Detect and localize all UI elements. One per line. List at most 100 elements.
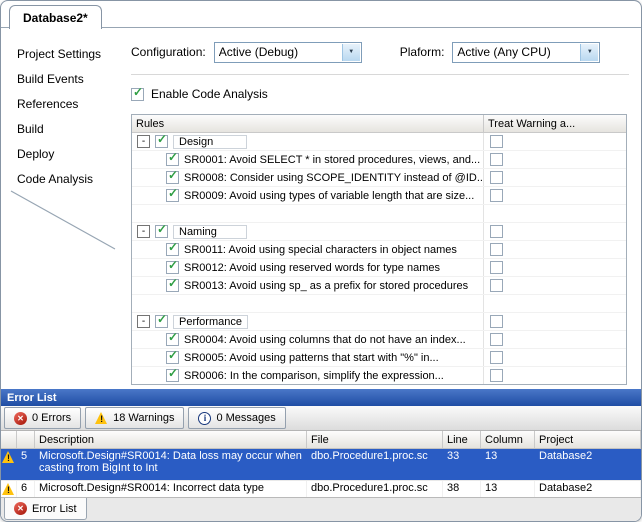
treat-warning-checkbox[interactable]	[490, 351, 503, 364]
file-cell: dbo.Procedure1.proc.sc	[307, 449, 443, 480]
configuration-row: Configuration: Active (Debug) ▼ Plaform:…	[131, 41, 629, 63]
rules-cell: ✓ SR0008: Consider using SCOPE_IDENTITY …	[132, 169, 484, 186]
rules-cell: ✓ SR0005: Avoid using patterns that star…	[132, 349, 484, 366]
configuration-dropdown-button[interactable]: ▼	[342, 44, 360, 61]
rule-checkbox[interactable]: ✓	[166, 333, 179, 346]
check-icon: ✓	[168, 241, 178, 254]
platform-dropdown[interactable]: Active (Any CPU) ▼	[452, 42, 600, 63]
group-checkbox[interactable]: ✓	[155, 225, 168, 238]
rule-label: SR0001: Avoid SELECT * in stored procedu…	[184, 154, 480, 166]
configuration-value: Active (Debug)	[219, 45, 298, 59]
treat-warning-checkbox[interactable]	[490, 315, 503, 328]
warnings-filter-button[interactable]: ! 18 Warnings	[85, 407, 184, 429]
treat-warning-cell	[484, 313, 626, 330]
rule-checkbox[interactable]: ✓	[166, 369, 179, 382]
treat-warning-cell	[484, 187, 626, 204]
error-list-title: Error List	[7, 392, 57, 404]
line-column-header[interactable]: Line	[443, 431, 481, 448]
treat-warning-checkbox[interactable]	[490, 153, 503, 166]
rule-checkbox[interactable]: ✓	[166, 189, 179, 202]
window: Database2* Project Settings Build Events…	[0, 0, 642, 522]
rule-label: SR0009: Avoid using types of variable le…	[184, 190, 474, 202]
sidebar-item-build[interactable]: Build	[17, 116, 117, 141]
messages-filter-button[interactable]: i 0 Messages	[188, 407, 285, 429]
rules-cell: ✓ SR0006: In the comparison, simplify th…	[132, 367, 484, 384]
sidebar-item-build-events[interactable]: Build Events	[17, 66, 117, 91]
sidebar-item-references[interactable]: References	[17, 91, 117, 116]
rule-checkbox[interactable]: ✓	[166, 171, 179, 184]
column-cell: 13	[481, 449, 535, 480]
collapse-icon[interactable]: -	[137, 225, 150, 238]
sidebar-item-deploy[interactable]: Deploy	[17, 141, 117, 166]
treat-warning-cell	[484, 133, 626, 150]
enable-code-analysis-label: Enable Code Analysis	[151, 87, 268, 101]
rule-label: SR0008: Consider using SCOPE_IDENTITY in…	[184, 172, 484, 184]
column-column-header[interactable]: Column	[481, 431, 535, 448]
check-icon: ✓	[133, 85, 143, 99]
message-icon: i	[198, 412, 211, 425]
rule-row: ✓ SR0006: In the comparison, simplify th…	[132, 367, 626, 384]
rule-row: ✓ SR0008: Consider using SCOPE_IDENTITY …	[132, 169, 626, 187]
rule-group-row: - ✓ Naming	[132, 223, 626, 241]
minus-glyph: -	[142, 317, 145, 326]
group-checkbox[interactable]: ✓	[155, 135, 168, 148]
rule-checkbox[interactable]: ✓	[166, 279, 179, 292]
treat-warning-checkbox[interactable]	[490, 333, 503, 346]
rule-group-row: - ✓ Design	[132, 133, 626, 151]
check-icon: ✓	[168, 277, 178, 290]
error-row[interactable]: ! 5 Microsoft.Design#SR0014: Data loss m…	[1, 449, 641, 481]
description-column-header[interactable]: Description	[35, 431, 307, 448]
warning-icon: !	[95, 412, 108, 424]
spacer-row	[132, 205, 626, 223]
rule-checkbox[interactable]: ✓	[166, 153, 179, 166]
warning-icon: !	[2, 483, 15, 495]
rule-group-row: - ✓ Performance	[132, 313, 626, 331]
treat-warning-cell	[484, 151, 626, 168]
collapse-icon[interactable]: -	[137, 315, 150, 328]
treat-warning-checkbox[interactable]	[490, 243, 503, 256]
error-list-tab[interactable]: ✕ Error List	[4, 498, 87, 520]
enable-code-analysis-checkbox[interactable]: ✓	[131, 88, 144, 101]
rules-cell: ✓ SR0009: Avoid using types of variable …	[132, 187, 484, 204]
rule-label: SR0005: Avoid using patterns that start …	[184, 352, 439, 364]
severity-column-header[interactable]	[1, 431, 17, 448]
configuration-dropdown[interactable]: Active (Debug) ▼	[214, 42, 362, 63]
collapse-icon[interactable]: -	[137, 135, 150, 148]
document-tab[interactable]: Database2*	[9, 5, 102, 29]
treat-warning-checkbox[interactable]	[490, 261, 503, 274]
treat-warning-checkbox[interactable]	[490, 369, 503, 382]
rules-cell	[132, 295, 484, 312]
rule-row: ✓ SR0001: Avoid SELECT * in stored proce…	[132, 151, 626, 169]
treat-warning-checkbox[interactable]	[490, 135, 503, 148]
rules-cell: - ✓ Design	[132, 133, 484, 150]
warning-icon: !	[2, 451, 15, 463]
rule-checkbox[interactable]: ✓	[166, 243, 179, 256]
treat-warning-cell	[484, 169, 626, 186]
treat-warning-checkbox[interactable]	[490, 171, 503, 184]
rule-checkbox[interactable]: ✓	[166, 261, 179, 274]
platform-dropdown-button[interactable]: ▼	[580, 44, 598, 61]
error-list-tab-label: Error List	[32, 503, 77, 515]
rule-checkbox[interactable]: ✓	[166, 351, 179, 364]
file-column-header[interactable]: File	[307, 431, 443, 448]
configuration-label: Configuration:	[131, 45, 206, 59]
treat-warning-checkbox[interactable]	[490, 189, 503, 202]
sidebar-item-project-settings[interactable]: Project Settings	[17, 41, 117, 66]
error-list-icon: ✕	[14, 502, 27, 515]
project-column-header[interactable]: Project	[535, 431, 641, 448]
error-icon: ✕	[14, 412, 27, 425]
treat-warning-checkbox[interactable]	[490, 225, 503, 238]
rules-table-header: Rules Treat Warning a...	[132, 115, 626, 133]
treat-warning-cell	[484, 367, 626, 384]
treat-warning-checkbox[interactable]	[490, 279, 503, 292]
number-column-header[interactable]	[17, 431, 35, 448]
group-checkbox[interactable]: ✓	[155, 315, 168, 328]
sidebar-item-code-analysis[interactable]: Code Analysis	[17, 166, 117, 191]
minus-glyph: -	[142, 137, 145, 146]
error-grid-header: Description File Line Column Project	[1, 431, 641, 449]
errors-filter-button[interactable]: ✕ 0 Errors	[4, 407, 81, 429]
panel-flap-line	[1, 187, 131, 257]
rules-cell: ✓ SR0011: Avoid using special characters…	[132, 241, 484, 258]
line-cell: 33	[443, 449, 481, 480]
check-icon: ✓	[168, 259, 178, 272]
